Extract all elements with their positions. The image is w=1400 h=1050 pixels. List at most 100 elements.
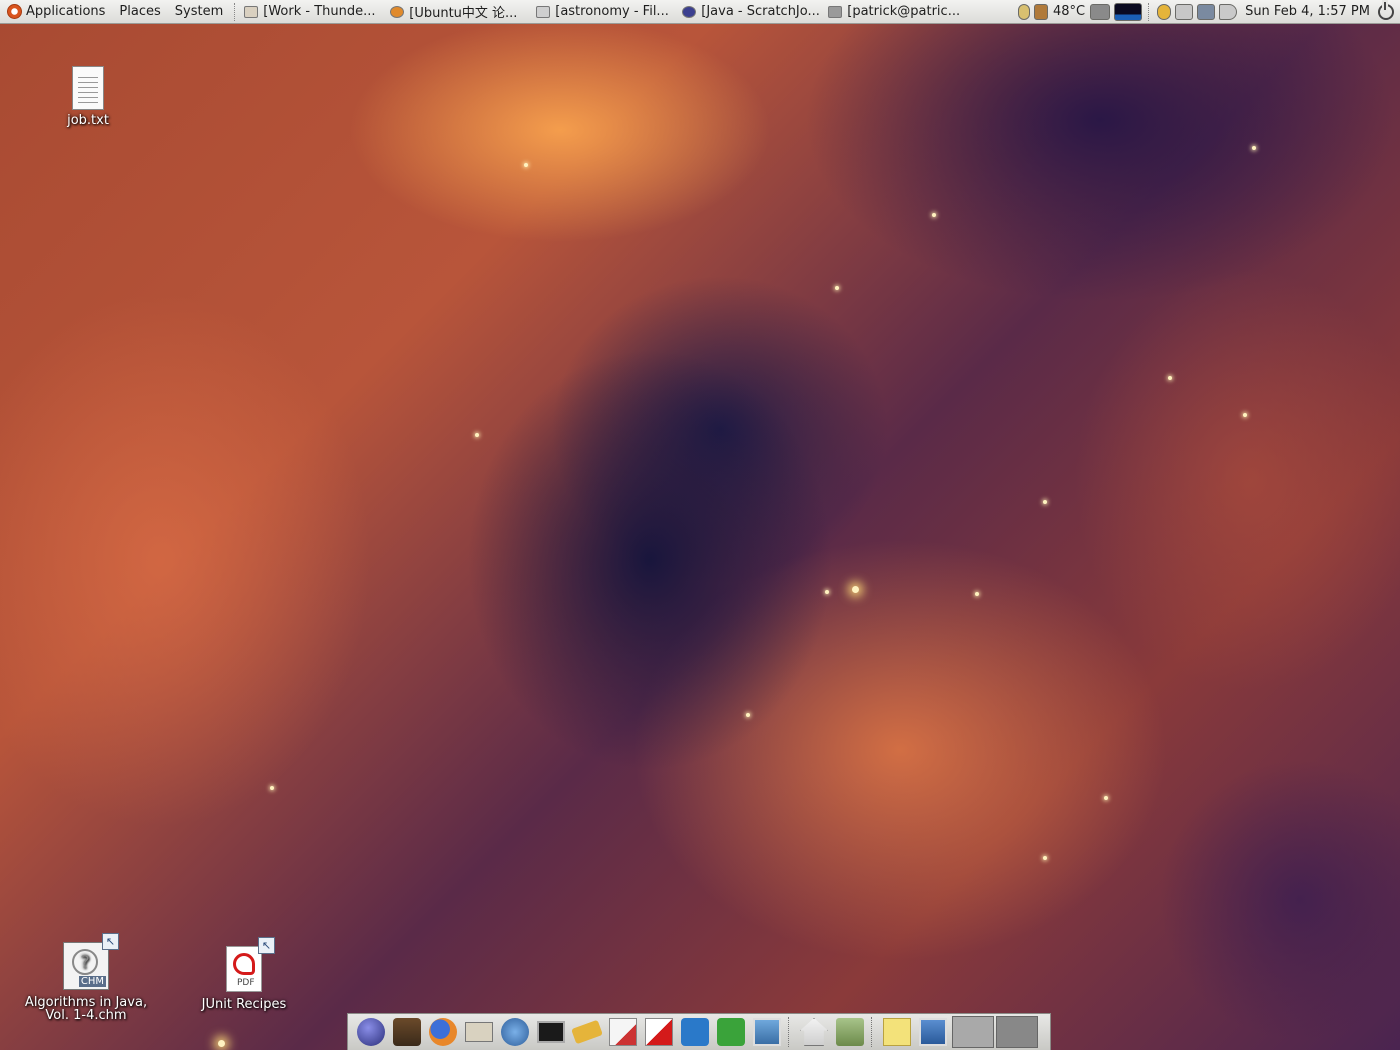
help-icon: ? bbox=[72, 949, 98, 975]
task-thunderbird[interactable]: [Work - Thunde... bbox=[241, 1, 387, 23]
pdf-file-icon: PDF bbox=[226, 946, 262, 992]
star bbox=[1043, 856, 1047, 860]
task-file-manager[interactable]: [astronomy - Fil... bbox=[533, 1, 679, 23]
home-launcher[interactable] bbox=[797, 1016, 831, 1048]
cpu-frequency-icon[interactable] bbox=[1090, 3, 1111, 20]
spreadsheet-icon bbox=[717, 1018, 745, 1046]
star bbox=[1043, 500, 1047, 504]
sticky-notes-icon bbox=[883, 1018, 911, 1046]
temperature-readout: 48°C bbox=[1052, 4, 1086, 19]
clock[interactable]: Sun Feb 4, 1:57 PM bbox=[1245, 4, 1370, 19]
gimp-launcher[interactable] bbox=[390, 1016, 424, 1048]
mail-launcher[interactable] bbox=[462, 1016, 496, 1048]
workspace-1[interactable] bbox=[952, 1016, 994, 1048]
bottom-dock bbox=[347, 1013, 1051, 1050]
chat-launcher[interactable] bbox=[498, 1016, 532, 1048]
shortcut-arrow-icon: ↖ bbox=[258, 937, 275, 954]
text-editor-launcher[interactable] bbox=[606, 1016, 640, 1048]
star bbox=[218, 1040, 225, 1047]
task-eclipse[interactable]: [Java - ScratchJo... bbox=[679, 1, 825, 23]
desktop-icon-label: job.txt bbox=[67, 113, 109, 128]
firefox-icon bbox=[429, 1018, 457, 1046]
task-label: [Java - ScratchJo... bbox=[701, 4, 820, 19]
ubuntu-logo-icon bbox=[7, 4, 22, 19]
writer-launcher[interactable] bbox=[678, 1016, 712, 1048]
top-panel: Applications Places System [Work - Thund… bbox=[0, 0, 1400, 24]
task-firefox[interactable]: [Ubuntu中文 论... bbox=[387, 1, 533, 23]
applications-menu-label: Applications bbox=[26, 4, 106, 19]
printer-icon[interactable] bbox=[1175, 3, 1194, 20]
trash-launcher[interactable] bbox=[833, 1016, 867, 1048]
panel-separator bbox=[234, 2, 237, 21]
text-file-icon bbox=[72, 66, 104, 110]
show-desktop-launcher[interactable] bbox=[916, 1016, 950, 1048]
star bbox=[1243, 413, 1247, 417]
pdf-viewer-icon bbox=[645, 1018, 673, 1046]
shortcut-arrow-icon: ↖ bbox=[102, 933, 119, 950]
star bbox=[852, 586, 859, 593]
star bbox=[475, 433, 479, 437]
task-label: [patrick@patric... bbox=[847, 4, 961, 19]
firefox-launcher[interactable] bbox=[426, 1016, 460, 1048]
notes-icon bbox=[571, 1019, 603, 1045]
system-monitor-icon[interactable] bbox=[1114, 2, 1143, 21]
dock-separator bbox=[871, 1017, 876, 1047]
desktop[interactable]: Applications Places System [Work - Thund… bbox=[0, 0, 1400, 1050]
chat-icon bbox=[501, 1018, 529, 1046]
system-tray: 48°C Sun Feb 4, 1:57 PM bbox=[1016, 0, 1400, 24]
user-icon[interactable] bbox=[1157, 3, 1172, 20]
system-menu[interactable]: System bbox=[168, 0, 230, 24]
places-menu[interactable]: Places bbox=[112, 0, 167, 24]
eclipse-launcher[interactable] bbox=[354, 1016, 388, 1048]
firefox-icon bbox=[390, 5, 405, 18]
pdf-viewer-launcher[interactable] bbox=[642, 1016, 676, 1048]
thermometer-icon[interactable] bbox=[1033, 3, 1048, 20]
image-viewer-icon bbox=[753, 1018, 781, 1046]
task-terminal[interactable]: [patrick@patric... bbox=[825, 1, 971, 23]
star bbox=[835, 286, 839, 290]
chm-tag: CHM bbox=[78, 976, 106, 987]
pdf-tag: PDF bbox=[237, 978, 255, 988]
sticky-notes-launcher[interactable] bbox=[880, 1016, 914, 1048]
star bbox=[1168, 376, 1172, 380]
text-editor-icon bbox=[609, 1018, 637, 1046]
panel-separator bbox=[1148, 2, 1151, 21]
writer-icon bbox=[681, 1018, 709, 1046]
acrobat-icon bbox=[233, 953, 255, 975]
eclipse-icon bbox=[682, 5, 697, 18]
file-manager-icon bbox=[536, 5, 551, 18]
applications-menu[interactable]: Applications bbox=[0, 0, 112, 24]
notes-launcher[interactable] bbox=[570, 1016, 604, 1048]
star bbox=[746, 713, 750, 717]
star bbox=[825, 590, 829, 594]
dock-separator bbox=[788, 1017, 793, 1047]
spreadsheet-launcher[interactable] bbox=[714, 1016, 748, 1048]
star bbox=[524, 163, 528, 167]
workspace-2[interactable] bbox=[996, 1016, 1038, 1048]
power-icon[interactable] bbox=[1378, 1, 1394, 20]
network-icon[interactable] bbox=[1197, 3, 1216, 20]
show-desktop-icon bbox=[919, 1018, 947, 1046]
terminal-icon bbox=[828, 5, 843, 18]
star bbox=[1104, 796, 1108, 800]
trash-icon bbox=[836, 1018, 864, 1046]
desktop-icon-job-txt[interactable]: job.txt bbox=[18, 66, 158, 127]
desktop-icon-label: Vol. 1-4.chm bbox=[45, 1008, 127, 1023]
terminal-icon bbox=[537, 1021, 565, 1043]
task-label: [astronomy - Fil... bbox=[555, 4, 669, 19]
lightbulb-icon[interactable] bbox=[1017, 3, 1030, 20]
star bbox=[270, 786, 274, 790]
home-icon bbox=[800, 1018, 828, 1046]
star bbox=[932, 213, 936, 217]
volume-icon[interactable] bbox=[1219, 3, 1238, 20]
desktop-icon-algorithms-chm[interactable]: ? CHM Algorithms in Java, Vol. 1-4.chm bbox=[16, 942, 156, 1022]
desktop-icon-junit-recipes[interactable]: PDF JUnit Recipes bbox=[174, 946, 314, 1011]
mail-icon bbox=[465, 1022, 493, 1042]
image-viewer-launcher[interactable] bbox=[750, 1016, 784, 1048]
task-label: [Work - Thunde... bbox=[263, 4, 376, 19]
terminal-launcher[interactable] bbox=[534, 1016, 568, 1048]
desktop-icon-label: JUnit Recipes bbox=[201, 997, 287, 1012]
task-label: [Ubuntu中文 论... bbox=[409, 6, 518, 21]
eclipse-icon bbox=[357, 1018, 385, 1046]
thunderbird-icon bbox=[244, 5, 259, 18]
